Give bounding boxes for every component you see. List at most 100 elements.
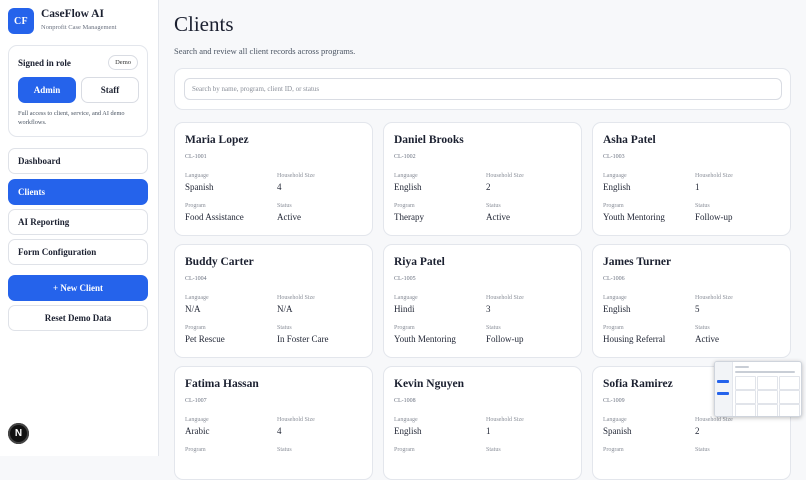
- client-card[interactable]: Kevin Nguyen CL-1008 Language English Househ…: [383, 366, 582, 480]
- client-name: Sofia Ramirez: [603, 378, 673, 390]
- household-label: Household Size: [277, 295, 315, 301]
- program-label: Program: [185, 447, 206, 453]
- search-input[interactable]: Search by name, program, client ID, or s…: [184, 78, 782, 100]
- status-label: Status: [695, 325, 710, 331]
- program-label: Program: [185, 203, 206, 209]
- program-value: Food Assistance: [185, 212, 244, 222]
- program-label: Program: [185, 325, 206, 331]
- household-value: 2: [695, 426, 700, 436]
- role-label: Signed in role: [18, 58, 71, 68]
- client-id: CL-1008: [394, 398, 416, 404]
- client-card[interactable]: Maria Lopez CL-1001 Language Spanish Househo…: [174, 122, 373, 236]
- program-value: Pet Rescue: [185, 334, 225, 344]
- client-card[interactable]: Riya Patel CL-1005 Language Hindi Household …: [383, 244, 582, 358]
- role-card: Signed in role Demo Admin Staff Full acc…: [8, 45, 148, 137]
- avatar[interactable]: N: [8, 423, 29, 444]
- client-name: Buddy Carter: [185, 256, 254, 268]
- admin-role-button[interactable]: Admin: [18, 77, 76, 103]
- status-label: Status: [695, 447, 710, 453]
- client-card[interactable]: Daniel Brooks CL-1002 Language English House…: [383, 122, 582, 236]
- nav-clients[interactable]: Clients: [8, 179, 148, 205]
- program-label: Program: [603, 203, 624, 209]
- program-value: Youth Mentoring: [394, 334, 456, 344]
- client-id: CL-1009: [603, 398, 625, 404]
- household-label: Household Size: [277, 173, 315, 179]
- reset-demo-data-button[interactable]: Reset Demo Data: [8, 305, 148, 331]
- screenshot-thumbnail[interactable]: [714, 361, 802, 417]
- program-label: Program: [603, 325, 624, 331]
- status-label: Status: [277, 203, 292, 209]
- language-label: Language: [394, 295, 418, 301]
- client-card[interactable]: Fatima Hassan CL-1007 Language Arabic Househ…: [174, 366, 373, 480]
- language-label: Language: [603, 173, 627, 179]
- status-label: Status: [486, 203, 501, 209]
- household-label: Household Size: [695, 295, 733, 301]
- nav-form-configuration[interactable]: Form Configuration: [8, 239, 148, 265]
- language-label: Language: [394, 417, 418, 423]
- household-value: 2: [486, 182, 491, 192]
- client-name: Fatima Hassan: [185, 378, 259, 390]
- client-name: Kevin Nguyen: [394, 378, 464, 390]
- demo-badge: Demo: [108, 55, 138, 70]
- search-panel: Search by name, program, client ID, or s…: [174, 68, 791, 110]
- language-label: Language: [603, 417, 627, 423]
- program-label: Program: [394, 447, 415, 453]
- status-value: In Foster Care: [277, 334, 329, 344]
- language-value: English: [603, 182, 631, 192]
- household-value: 1: [695, 182, 700, 192]
- page-subtitle: Search and review all client records acr…: [174, 46, 356, 56]
- language-value: Hindi: [394, 304, 415, 314]
- client-name: Asha Patel: [603, 134, 656, 146]
- client-name: Daniel Brooks: [394, 134, 464, 146]
- program-label: Program: [603, 447, 624, 453]
- brand: CF CaseFlow AI Nonprofit Case Management: [8, 8, 116, 34]
- status-value: Follow-up: [695, 212, 733, 222]
- household-value: 3: [486, 304, 491, 314]
- household-value: 1: [486, 426, 491, 436]
- status-label: Status: [486, 447, 501, 453]
- client-card[interactable]: Asha Patel CL-1003 Language English Househol…: [592, 122, 791, 236]
- language-value: Spanish: [185, 182, 214, 192]
- household-value: 4: [277, 182, 282, 192]
- client-card[interactable]: Buddy Carter CL-1004 Language N/A Household …: [174, 244, 373, 358]
- nav-ai-reporting[interactable]: AI Reporting: [8, 209, 148, 235]
- language-label: Language: [603, 295, 627, 301]
- client-name: Riya Patel: [394, 256, 445, 268]
- client-card[interactable]: James Turner CL-1006 Language English Househ…: [592, 244, 791, 358]
- client-name: James Turner: [603, 256, 672, 268]
- client-id: CL-1002: [394, 154, 416, 160]
- brand-subtitle: Nonprofit Case Management: [41, 24, 117, 31]
- program-value: Youth Mentoring: [603, 212, 665, 222]
- client-id: CL-1007: [185, 398, 207, 404]
- status-value: Follow-up: [486, 334, 524, 344]
- status-value: Active: [695, 334, 719, 344]
- household-label: Household Size: [277, 417, 315, 423]
- client-id: CL-1004: [185, 276, 207, 282]
- program-value: Therapy: [394, 212, 424, 222]
- status-value: Active: [277, 212, 301, 222]
- household-label: Household Size: [486, 173, 524, 179]
- sidebar: CF CaseFlow AI Nonprofit Case Management…: [0, 0, 159, 456]
- language-value: English: [394, 426, 422, 436]
- household-label: Household Size: [486, 417, 524, 423]
- household-value: 5: [695, 304, 700, 314]
- language-label: Language: [185, 173, 209, 179]
- new-client-button[interactable]: + New Client: [8, 275, 148, 301]
- staff-role-button[interactable]: Staff: [81, 77, 139, 103]
- client-id: CL-1005: [394, 276, 416, 282]
- program-value: Housing Referral: [603, 334, 666, 344]
- client-id: CL-1001: [185, 154, 207, 160]
- status-label: Status: [277, 325, 292, 331]
- language-value: Spanish: [603, 426, 632, 436]
- client-id: CL-1006: [603, 276, 625, 282]
- client-id: CL-1003: [603, 154, 625, 160]
- household-label: Household Size: [695, 173, 733, 179]
- language-value: N/A: [185, 304, 201, 314]
- language-label: Language: [394, 173, 418, 179]
- language-value: Arabic: [185, 426, 210, 436]
- nav-dashboard[interactable]: Dashboard: [8, 148, 148, 174]
- program-label: Program: [394, 203, 415, 209]
- language-label: Language: [185, 417, 209, 423]
- status-label: Status: [695, 203, 710, 209]
- household-value: N/A: [277, 304, 293, 314]
